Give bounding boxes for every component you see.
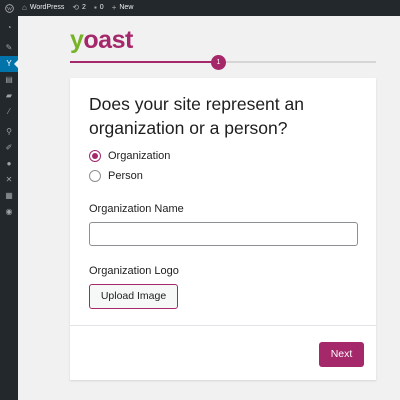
organization-logo-label: Organization Logo bbox=[89, 265, 179, 277]
next-button[interactable]: Next bbox=[319, 342, 364, 367]
comments-count: 0 bbox=[99, 4, 104, 11]
organization-name-input[interactable] bbox=[89, 222, 358, 246]
plus-icon: + bbox=[111, 3, 117, 12]
wizard-question: Does your site represent an organization… bbox=[89, 94, 304, 138]
posts-pin-icon: ✎ bbox=[5, 43, 13, 52]
sidebar-item-wrench[interactable]: ✕ bbox=[0, 172, 18, 188]
home-icon: ⌂ bbox=[22, 3, 27, 12]
site-name: WordPress bbox=[29, 4, 65, 11]
sidebar-item-appearance[interactable]: ⁄ bbox=[0, 104, 18, 120]
organization-radio[interactable] bbox=[89, 150, 101, 162]
admin-sidebar: ◔ ✎ Y ▤ ▰ ⁄ ⚲ ✐ ● ✕ ▦ ◉ bbox=[0, 16, 18, 400]
comment-bubble-icon: ▪ bbox=[93, 3, 97, 12]
wizard-card: Does your site represent an organization… bbox=[70, 78, 376, 380]
sidebar-item-dashboard[interactable]: ◔ bbox=[0, 20, 18, 36]
organization-name-label: Organization Name bbox=[89, 203, 184, 215]
sidebar-item-collapse[interactable]: ◉ bbox=[0, 204, 18, 220]
option-organization[interactable]: Organization bbox=[89, 150, 170, 162]
users-icon: ● bbox=[6, 159, 12, 168]
plugins-icon: ⚲ bbox=[6, 127, 12, 136]
admin-bar: W ⌂ WordPress ⟲ 2 ▪ 0 + New bbox=[0, 0, 400, 16]
tools-icon: ✐ bbox=[5, 143, 13, 152]
updates-count: 2 bbox=[82, 4, 86, 11]
organization-label: Organization bbox=[108, 150, 171, 162]
new-content-link[interactable]: + New bbox=[108, 0, 138, 16]
appearance-brush-icon: ⁄ bbox=[8, 107, 10, 116]
sidebar-item-tools[interactable]: ✐ bbox=[0, 140, 18, 156]
yoast-logo: yoast bbox=[70, 26, 133, 54]
new-label: New bbox=[119, 4, 134, 11]
settings-icon: ▦ bbox=[5, 191, 13, 200]
sidebar-item-plugins[interactable]: ⚲ bbox=[0, 124, 18, 140]
wordpress-logo-icon[interactable]: W bbox=[0, 0, 18, 16]
upload-image-button[interactable]: Upload Image bbox=[89, 284, 178, 309]
collapse-icon: ◉ bbox=[5, 207, 13, 216]
step-indicator: 1 bbox=[211, 55, 226, 70]
wrench-icon: ✕ bbox=[5, 175, 13, 184]
updates-link[interactable]: ⟲ 2 bbox=[68, 0, 90, 16]
dashboard-icon: ◔ bbox=[6, 23, 12, 32]
sidebar-item-pages[interactable]: ▤ bbox=[0, 72, 18, 88]
sidebar-item-users[interactable]: ● bbox=[0, 156, 18, 172]
pages-icon: ▤ bbox=[5, 75, 13, 84]
person-radio[interactable] bbox=[89, 170, 101, 182]
site-name-link[interactable]: ⌂ WordPress bbox=[18, 0, 68, 16]
person-label: Person bbox=[108, 170, 143, 182]
progress-fill bbox=[70, 61, 217, 63]
card-divider bbox=[70, 325, 376, 326]
sidebar-item-yoast-seo[interactable]: Y bbox=[0, 56, 18, 72]
sidebar-item-posts[interactable]: ✎ bbox=[0, 40, 18, 56]
updates-icon: ⟲ bbox=[72, 3, 80, 12]
sidebar-item-settings[interactable]: ▦ bbox=[0, 188, 18, 204]
comments-icon: ▰ bbox=[5, 91, 13, 100]
option-person[interactable]: Person bbox=[89, 170, 143, 182]
comments-link[interactable]: ▪ 0 bbox=[90, 0, 108, 16]
yoast-seo-icon: Y bbox=[6, 59, 12, 68]
sidebar-item-comments[interactable]: ▰ bbox=[0, 88, 18, 104]
